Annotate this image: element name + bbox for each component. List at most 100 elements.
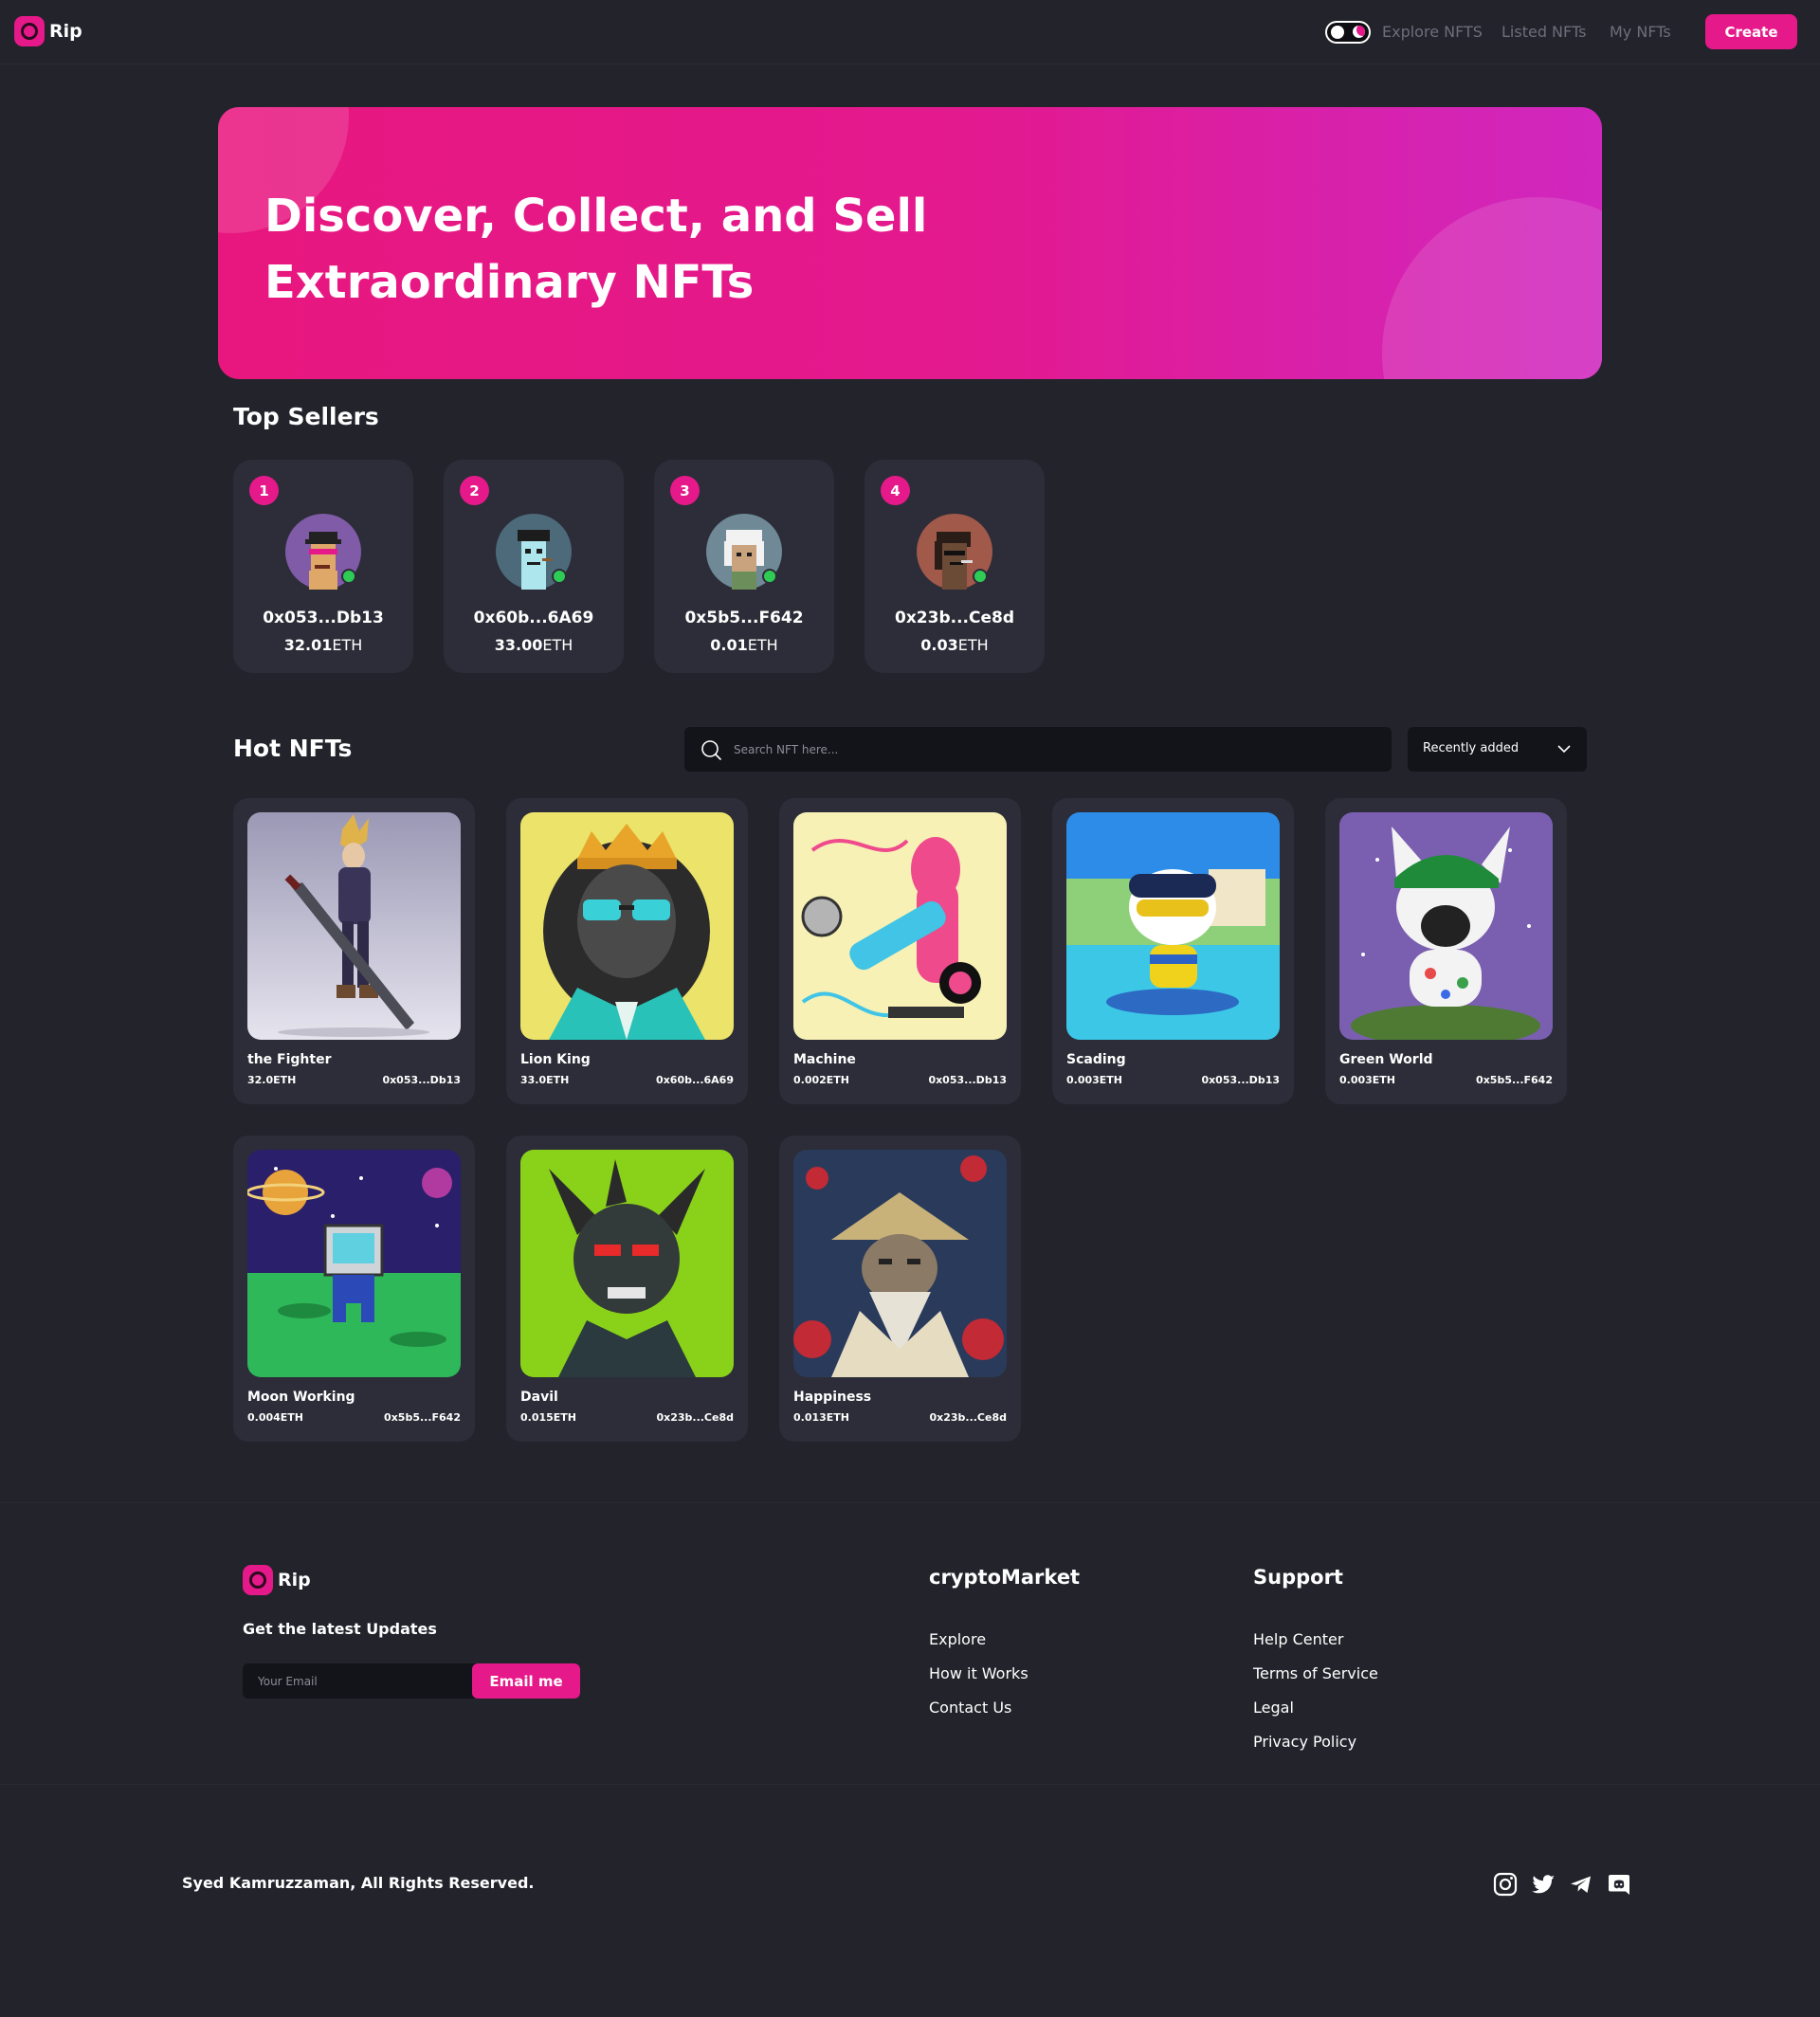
seller-avatar [496, 514, 572, 590]
footer-column-title: Support [1253, 1566, 1343, 1589]
nft-owner: 0x053...Db13 [382, 1074, 461, 1086]
seller-card[interactable]: 1 0x053...Db13 32.01ETH [233, 460, 413, 673]
nft-card[interactable]: Happiness 0.013ETH 0x23b...Ce8d [779, 1136, 1021, 1442]
nft-price: 32.0ETH [247, 1074, 297, 1086]
top-nav-bar: Rip Explore NFTS Listed NFTs My NFTs Cre… [0, 0, 1820, 64]
nft-price: 0.013ETH [793, 1411, 850, 1424]
top-sellers-title: Top Sellers [233, 403, 379, 430]
search-box [684, 727, 1392, 772]
nav-explore-nfts[interactable]: Explore NFTS [1382, 23, 1483, 41]
footer-link-terms[interactable]: Terms of Service [1253, 1664, 1378, 1682]
seller-card[interactable]: 3 0x5b5...F642 0.01ETH [654, 460, 834, 673]
footer-column-title: cryptoMarket [929, 1566, 1081, 1589]
footer-link-contact-us[interactable]: Contact Us [929, 1699, 1011, 1717]
footer-link-privacy[interactable]: Privacy Policy [1253, 1733, 1356, 1751]
seller-address: 0x053...Db13 [263, 609, 384, 627]
nav-listed-nfts[interactable]: Listed NFTs [1502, 23, 1586, 41]
nft-owner: 0x5b5...F642 [1476, 1074, 1553, 1086]
rank-badge: 3 [670, 476, 700, 505]
seller-card[interactable]: 2 0x60b...6A69 33.00ETH [444, 460, 624, 673]
nft-owner: 0x053...Db13 [928, 1074, 1007, 1086]
nft-price: 0.004ETH [247, 1411, 304, 1424]
rank-badge: 1 [249, 476, 279, 505]
search-icon [701, 740, 721, 760]
telegram-icon[interactable] [1568, 1871, 1594, 1898]
logo-icon [243, 1565, 273, 1595]
instagram-icon[interactable] [1492, 1871, 1519, 1898]
brand-logo[interactable]: Rip [14, 16, 82, 46]
seller-address: 0x5b5...F642 [684, 609, 804, 627]
nft-owner: 0x5b5...F642 [384, 1411, 461, 1424]
nft-name: Machine [793, 1052, 856, 1067]
nft-card[interactable]: Moon Working 0.004ETH 0x5b5...F642 [233, 1136, 475, 1442]
search-input[interactable] [734, 727, 1378, 772]
theme-toggle[interactable] [1325, 21, 1371, 44]
sort-selected-value: Recently added [1423, 741, 1520, 755]
footer-link-legal[interactable]: Legal [1253, 1699, 1294, 1717]
hero-title: Discover, Collect, and Sell Extraordinar… [264, 183, 1118, 316]
seller-avatar [706, 514, 782, 590]
nft-name: Scading [1066, 1052, 1126, 1067]
nft-image [793, 812, 1007, 1040]
footer-link-how-it-works[interactable]: How it Works [929, 1664, 1028, 1682]
nft-price: 0.003ETH [1339, 1074, 1396, 1086]
moon-icon [1353, 26, 1365, 38]
nft-name: the Fighter [247, 1052, 332, 1067]
nft-card[interactable]: the Fighter 32.0ETH 0x053...Db13 [233, 798, 475, 1104]
seller-amount: 0.03ETH [920, 636, 989, 654]
nft-image [1339, 812, 1553, 1040]
hero-title-line-2: Extraordinary NFTs [264, 256, 755, 309]
newsletter-form: Email me [243, 1663, 580, 1699]
sun-icon [1331, 26, 1344, 39]
nft-card[interactable]: Machine 0.002ETH 0x053...Db13 [779, 798, 1021, 1104]
footer-divider [0, 1784, 1820, 1785]
hero-banner: Discover, Collect, and Sell Extraordinar… [218, 107, 1602, 379]
brand-name: Rip [49, 21, 82, 42]
create-button[interactable]: Create [1705, 14, 1797, 49]
nav-my-nfts[interactable]: My NFTs [1610, 23, 1671, 41]
seller-avatar [285, 514, 361, 590]
nft-card[interactable]: Green World 0.003ETH 0x5b5...F642 [1325, 798, 1567, 1104]
nft-name: Davil [520, 1390, 558, 1405]
sort-dropdown[interactable]: Recently added [1408, 727, 1587, 772]
hot-nfts-title: Hot NFTs [233, 735, 353, 762]
copyright-text: Syed Kamruzzaman, All Rights Reserved. [182, 1874, 535, 1892]
footer-link-explore[interactable]: Explore [929, 1630, 986, 1648]
nft-image [520, 1150, 734, 1377]
nft-name: Moon Working [247, 1390, 355, 1405]
logo-icon [14, 16, 45, 46]
nft-owner: 0x23b...Ce8d [656, 1411, 734, 1424]
nft-image [1066, 812, 1280, 1040]
nft-owner: 0x053...Db13 [1201, 1074, 1280, 1086]
email-me-button[interactable]: Email me [472, 1663, 580, 1699]
footer-brand-logo[interactable]: Rip [243, 1565, 311, 1595]
decorative-circle [1382, 197, 1602, 379]
nft-price: 0.015ETH [520, 1411, 577, 1424]
discord-icon[interactable] [1606, 1871, 1632, 1898]
nft-card[interactable]: Davil 0.015ETH 0x23b...Ce8d [506, 1136, 748, 1442]
footer-tagline: Get the latest Updates [243, 1620, 437, 1638]
nft-name: Happiness [793, 1390, 872, 1405]
seller-card[interactable]: 4 0x23b...Ce8d 0.03ETH [864, 460, 1045, 673]
email-input[interactable] [258, 1663, 476, 1699]
nft-price: 0.003ETH [1066, 1074, 1123, 1086]
nft-price: 33.0ETH [520, 1074, 570, 1086]
footer-link-help-center[interactable]: Help Center [1253, 1630, 1343, 1648]
seller-avatar [917, 514, 992, 590]
nft-card[interactable]: Scading 0.003ETH 0x053...Db13 [1052, 798, 1294, 1104]
footer-divider [0, 1502, 1820, 1503]
nft-name: Green World [1339, 1052, 1433, 1067]
seller-address: 0x60b...6A69 [473, 609, 594, 627]
nft-image [520, 812, 734, 1040]
seller-amount: 33.00ETH [494, 636, 573, 654]
nft-price: 0.002ETH [793, 1074, 850, 1086]
brand-name: Rip [278, 1570, 311, 1590]
rank-badge: 2 [460, 476, 489, 505]
nft-image [793, 1150, 1007, 1377]
hero-title-line-1: Discover, Collect, and Sell [264, 190, 928, 243]
nft-owner: 0x60b...6A69 [656, 1074, 734, 1086]
nft-image [247, 812, 461, 1040]
rank-badge: 4 [881, 476, 910, 505]
twitter-icon[interactable] [1530, 1871, 1556, 1898]
nft-card[interactable]: Lion King 33.0ETH 0x60b...6A69 [506, 798, 748, 1104]
